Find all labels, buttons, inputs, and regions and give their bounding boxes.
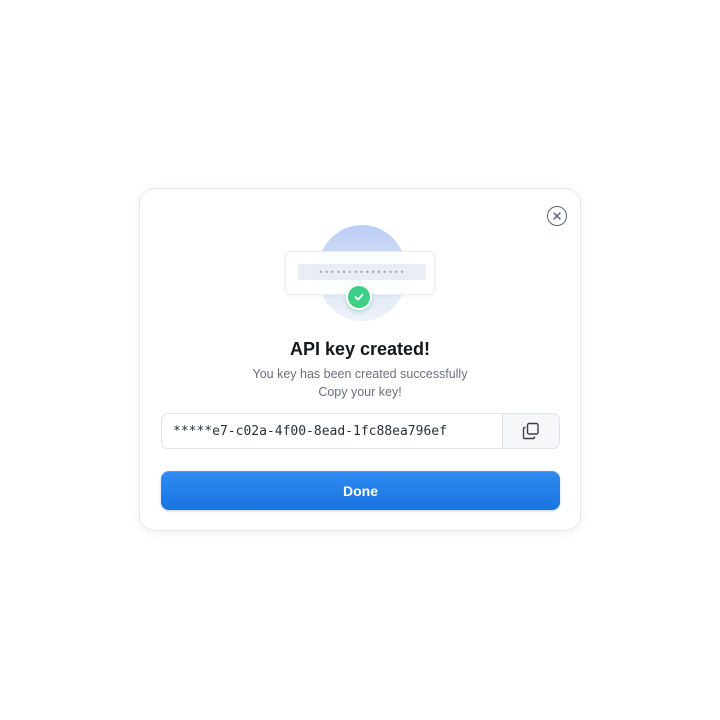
subtitle-line-1: You key has been created successfully — [252, 367, 468, 381]
close-button[interactable] — [547, 206, 567, 226]
copy-button[interactable] — [502, 414, 559, 448]
api-key-value[interactable]: *****e7-c02a-4f00-8ead-1fc88ea796ef — [162, 414, 502, 448]
dialog-title: API key created! — [289, 339, 431, 359]
api-key-dialog: ••••••••••••••• API key created! You key… — [139, 188, 581, 531]
success-badge — [346, 284, 372, 310]
api-key-field: *****e7-c02a-4f00-8ead-1fc88ea796ef — [161, 413, 560, 449]
close-icon — [553, 212, 561, 220]
key-illustration: ••••••••••••••• — [285, 225, 437, 325]
dialog-subtitle: You key has been created successfully Co… — [140, 365, 580, 401]
subtitle-line-2: Copy your key! — [318, 385, 402, 399]
illustration-masked-field: ••••••••••••••• — [298, 264, 426, 280]
copy-icon — [522, 422, 539, 440]
check-icon — [354, 293, 364, 301]
done-button[interactable]: Done — [161, 471, 560, 510]
